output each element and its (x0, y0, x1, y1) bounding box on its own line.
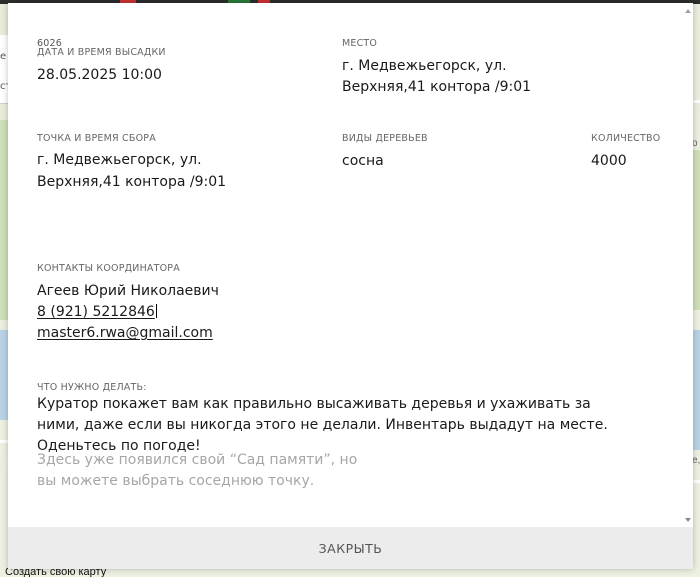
map-edge-marker: е, (692, 455, 700, 466)
coordinator-label: КОНТАКТЫ КООРДИНАТОРА (37, 263, 180, 274)
tree-types-label: ВИДЫ ДЕРЕВЬЕВ (342, 133, 428, 144)
planting-datetime-label: ДАТА И ВРЕМЯ ВЫСАДКИ (37, 47, 166, 58)
coordinator-phone-link[interactable]: 8 (921) 5212846 (37, 304, 155, 320)
coordinator-email-link[interactable]: master6.rwa@gmail.com (37, 325, 213, 341)
planting-details-modal: 6026 ДАТА И ВРЕМЯ ВЫСАДКИ 28.05.2025 10:… (8, 3, 693, 569)
meeting-point-line2: Верхняя,41 контора /9:01 (37, 174, 227, 190)
scroll-down-icon[interactable] (685, 518, 691, 522)
coordinator-email-wrap: master6.rwa@gmail.com (37, 322, 213, 344)
scroll-up-icon[interactable] (685, 9, 691, 13)
close-button[interactable]: ЗАКРЫТЬ (8, 527, 693, 569)
place-line1: г. Медвежьегорск, ул. (342, 58, 507, 74)
todo-text: Куратор покажет вам как правильно высажи… (37, 396, 608, 454)
planting-datetime-value: 28.05.2025 10:00 (37, 67, 162, 83)
place-label: МЕСТО (342, 38, 378, 49)
place-line2: Верхняя,41 контора /9:01 (342, 79, 532, 95)
todo-label: ЧТО НУЖНО ДЕЛАТЬ: (37, 382, 147, 393)
quantity-value: 4000 (591, 153, 627, 169)
meeting-point-label: ТОЧКА И ВРЕМЯ СБОРА (37, 133, 156, 144)
tree-types-value: сосна (342, 153, 384, 169)
text-cursor (155, 304, 157, 318)
coordinator-name: Агеев Юрий Николаевич (37, 283, 219, 299)
meeting-point-line1: г. Медвежьегорск, ул. (37, 152, 202, 168)
modal-scrollbar[interactable] (684, 3, 693, 525)
quantity-label: КОЛИЧЕСТВО (591, 133, 661, 144)
coordinator-phone-wrap: 8 (921) 5212846 (37, 301, 157, 323)
memory-garden-note: Здесь уже появился свой “Сад памяти”, но… (37, 452, 358, 489)
